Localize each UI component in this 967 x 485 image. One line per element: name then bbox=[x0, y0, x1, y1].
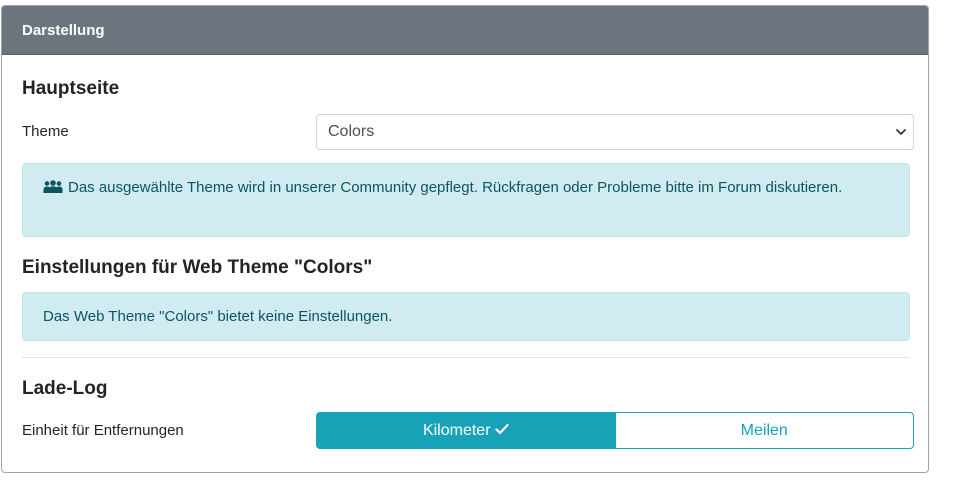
settings-card: Darstellung Hauptseite Theme Colors Das … bbox=[1, 5, 929, 473]
main-page-heading: Hauptseite bbox=[22, 78, 120, 99]
users-icon bbox=[43, 177, 63, 202]
theme-settings-alert: Das Web Theme "Colors" bietet keine Eins… bbox=[22, 292, 910, 341]
miles-label: Meilen bbox=[740, 421, 788, 439]
miles-button[interactable]: Meilen bbox=[615, 412, 914, 449]
theme-settings-heading: Einstellungen für Web Theme "Colors" bbox=[22, 257, 373, 278]
distance-unit-toggle: Kilometer Meilen bbox=[316, 412, 914, 449]
theme-settings-notice: Das Web Theme "Colors" bietet keine Eins… bbox=[43, 308, 393, 325]
community-notice-text: Das ausgewählte Theme wird in unserer Co… bbox=[68, 179, 843, 196]
community-info-alert: Das ausgewählte Theme wird in unserer Co… bbox=[22, 163, 910, 237]
theme-select[interactable]: Colors bbox=[316, 114, 914, 150]
chevron-down-icon bbox=[895, 115, 907, 149]
section-divider bbox=[22, 357, 910, 358]
charge-log-heading: Lade-Log bbox=[22, 378, 108, 399]
theme-select-value: Colors bbox=[328, 123, 375, 140]
kilometer-label: Kilometer bbox=[422, 421, 491, 439]
theme-label: Theme bbox=[22, 123, 69, 140]
check-icon bbox=[494, 422, 509, 440]
kilometer-button[interactable]: Kilometer bbox=[316, 412, 616, 449]
distance-unit-label: Einheit für Entfernungen bbox=[22, 422, 184, 439]
card-header: Darstellung bbox=[2, 6, 928, 55]
